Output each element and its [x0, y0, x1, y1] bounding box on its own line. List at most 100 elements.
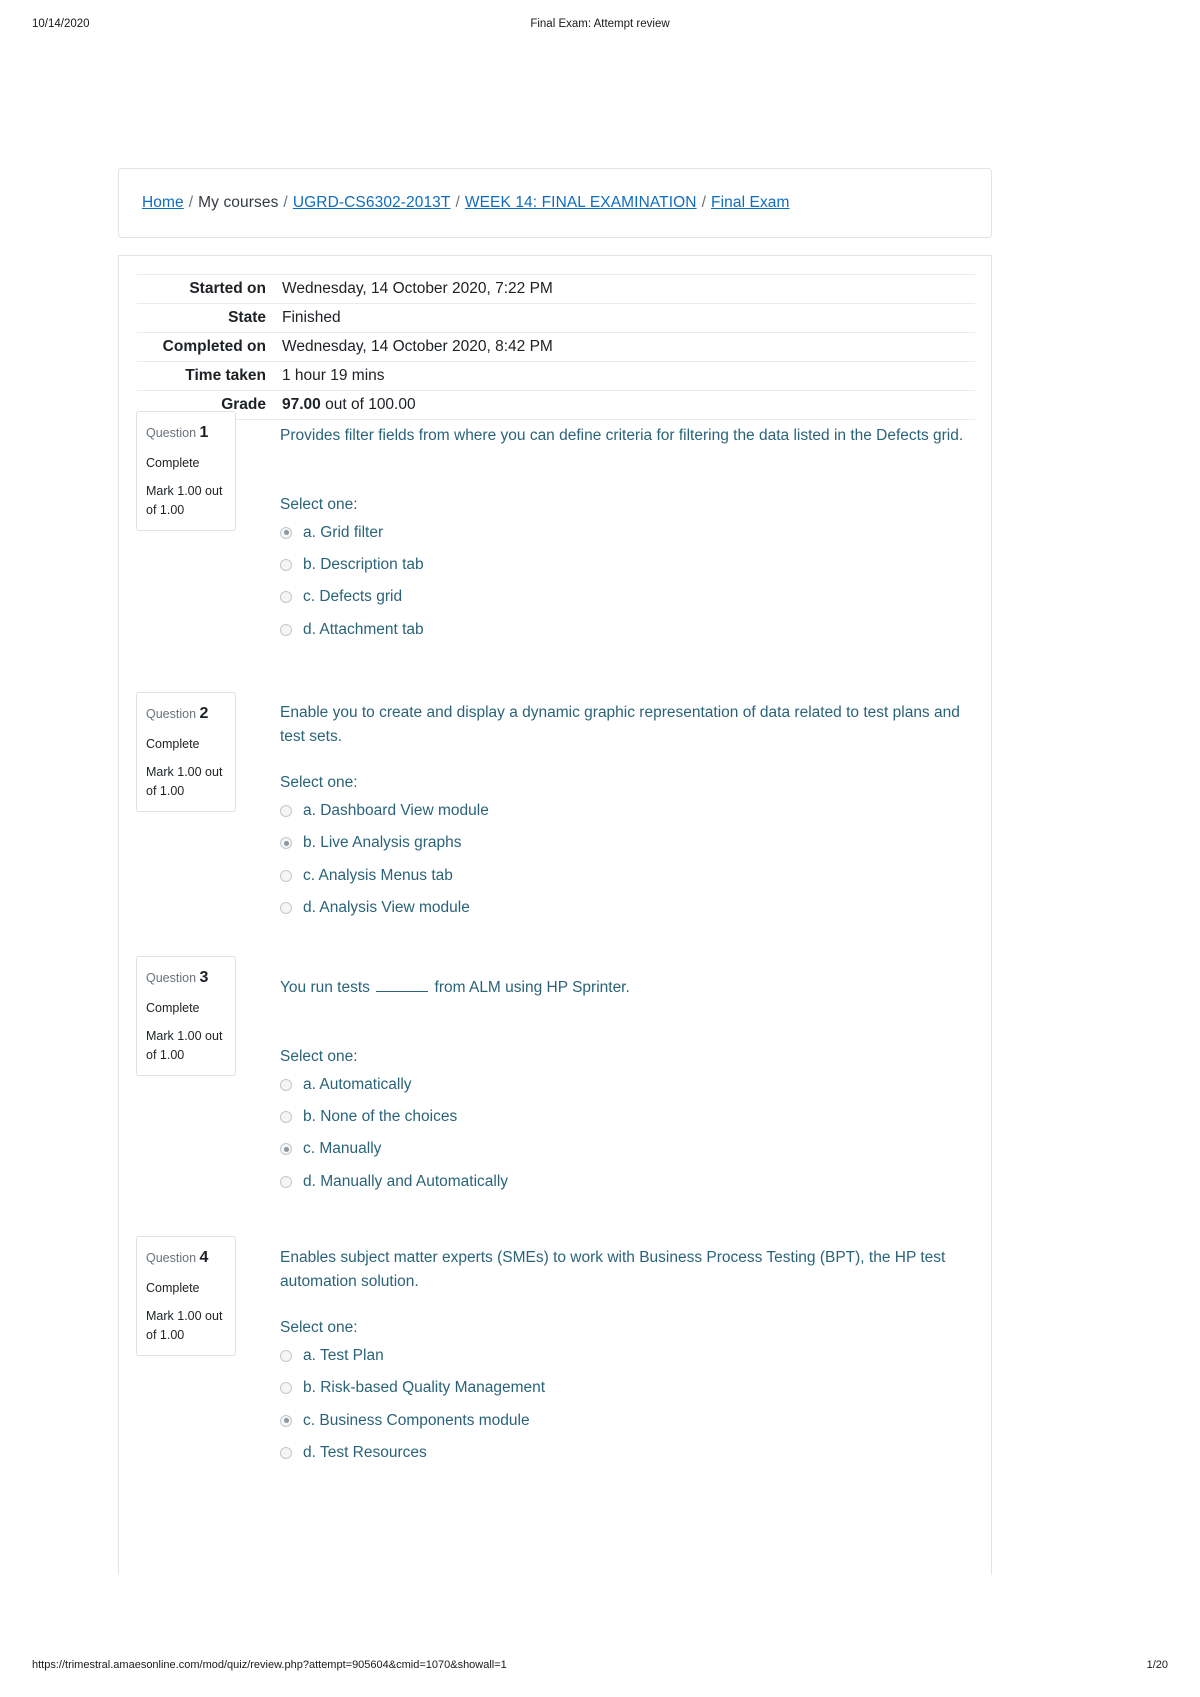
print-footer-url: https://trimestral.amaesonline.com/mod/q…	[32, 1659, 507, 1671]
radio-unselected-icon[interactable]	[280, 623, 292, 636]
answer-option[interactable]: b. Risk-based Quality Management	[280, 1378, 980, 1397]
answer-option-label: b. Live Analysis graphs	[303, 834, 462, 852]
grade-score: 97.00	[282, 396, 321, 413]
answer-option-label: d. Test Resources	[303, 1444, 427, 1462]
question-state: Complete	[146, 1280, 200, 1295]
radio-selected-icon[interactable]	[280, 1143, 292, 1156]
question-number: Question 3	[146, 969, 209, 986]
question-number-value: 2	[199, 705, 209, 722]
answer-option[interactable]: d. Test Resources	[280, 1443, 980, 1462]
question-mark: Mark 1.00 out of 1.00	[146, 1309, 223, 1342]
answer-option[interactable]: d. Attachment tab	[280, 620, 980, 639]
question-info-box: Question 2 Complete Mark 1.00 out of 1.00	[136, 692, 236, 812]
radio-unselected-icon[interactable]	[280, 869, 292, 882]
print-header-title: Final Exam: Attempt review	[530, 18, 670, 30]
print-header: 10/14/2020 Final Exam: Attempt review	[0, 18, 1200, 36]
select-one-label: Select one:	[280, 774, 358, 792]
answer-option-label: d. Manually and Automatically	[303, 1172, 509, 1190]
question-state: Complete	[146, 455, 200, 470]
question-number: Question 2	[146, 705, 209, 722]
answer-option[interactable]: b. None of the choices	[280, 1107, 980, 1126]
radio-unselected-icon[interactable]	[280, 902, 292, 915]
breadcrumb: Home / My courses / UGRD-CS6302-2013T / WEEK 1…	[142, 194, 790, 212]
print-footer: https://trimestral.amaesonline.com/mod/q…	[0, 1659, 1200, 1675]
answer-option[interactable]: a. Automatically	[280, 1075, 980, 1094]
answer-option[interactable]: a. Test Plan	[280, 1346, 980, 1365]
question-body: Enables subject matter experts (SMEs) to…	[280, 1246, 980, 1463]
summary-value-time-taken: 1 hour 19 mins	[282, 367, 385, 384]
select-one-label: Select one:	[280, 1319, 358, 1337]
question-mark: Mark 1.00 out of 1.00	[146, 484, 223, 517]
answer-option-label: b. None of the choices	[303, 1107, 458, 1125]
radio-unselected-icon[interactable]	[280, 591, 292, 604]
answer-option-label: c. Manually	[303, 1140, 382, 1158]
question-mark: Mark 1.00 out of 1.00	[146, 765, 223, 798]
radio-unselected-icon[interactable]	[280, 1447, 292, 1460]
breadcrumb-link-course[interactable]: UGRD-CS6302-2013T	[293, 194, 451, 211]
answer-options-list: a. Automatically b. None of the choices c.…	[280, 1075, 980, 1192]
table-row: Grade 97.00 out of 100.00	[137, 391, 975, 420]
answer-option[interactable]: d. Manually and Automatically	[280, 1172, 980, 1191]
question-number-value: 4	[199, 1249, 209, 1266]
breadcrumb-separator: /	[455, 194, 460, 211]
answer-option-label: b. Description tab	[303, 555, 424, 573]
answer-option[interactable]: c. Manually	[280, 1139, 980, 1158]
grade-suffix: out of 100.00	[325, 396, 416, 413]
question-number-value: 3	[199, 969, 209, 986]
summary-value-grade: 97.00 out of 100.00	[274, 391, 975, 420]
radio-selected-icon[interactable]	[280, 837, 292, 850]
radio-unselected-icon[interactable]	[280, 1350, 292, 1363]
breadcrumb-link-home[interactable]: Home	[142, 194, 184, 211]
breadcrumb-separator: /	[701, 194, 707, 211]
question-text: Provides filter fields from where you ca…	[280, 427, 964, 444]
radio-unselected-icon[interactable]	[280, 1382, 292, 1395]
answer-options-list: a. Test Plan b. Risk-based Quality Manage…	[280, 1346, 980, 1463]
answer-option[interactable]: b. Live Analysis graphs	[280, 833, 980, 852]
radio-selected-icon[interactable]	[280, 526, 292, 539]
select-one-label: Select one:	[280, 495, 358, 513]
select-one-label: Select one:	[280, 1047, 358, 1065]
answer-option[interactable]: d. Analysis View module	[280, 898, 980, 917]
answer-option[interactable]: a. Dashboard View module	[280, 801, 980, 820]
radio-unselected-icon[interactable]	[280, 1110, 292, 1123]
table-row: Completed on Wednesday, 14 October 2020,…	[137, 333, 975, 362]
breadcrumb-card: Home / My courses / UGRD-CS6302-2013T / WEEK 1…	[118, 168, 992, 238]
answer-option-label: a. Test Plan	[303, 1347, 384, 1365]
question-body: Provides filter fields from where you ca…	[280, 424, 980, 639]
question-info-box: Question 4 Complete Mark 1.00 out of 1.00	[136, 1236, 236, 1356]
question-number: Question 1	[146, 424, 209, 441]
answer-option-label: a. Dashboard View module	[303, 802, 489, 820]
answer-option[interactable]: c. Defects grid	[280, 587, 980, 606]
breadcrumb-my-courses: My courses	[198, 194, 279, 211]
answer-option-label: a. Automatically	[303, 1075, 412, 1093]
answer-option[interactable]: c. Analysis Menus tab	[280, 866, 980, 885]
question-state: Complete	[146, 1000, 200, 1015]
question-text: Enables subject matter experts (SMEs) to…	[280, 1249, 946, 1290]
answer-option[interactable]: c. Business Components module	[280, 1411, 980, 1430]
question-body: Enable you to create and display a dynam…	[280, 701, 980, 918]
answer-option-label: d. Analysis View module	[303, 899, 470, 917]
fill-in-blank	[376, 979, 429, 992]
table-row: Time taken 1 hour 19 mins	[137, 362, 975, 391]
breadcrumb-link-section[interactable]: WEEK 14: FINAL EXAMINATION	[465, 194, 697, 211]
radio-selected-icon[interactable]	[280, 1414, 292, 1427]
question-info-box: Question 1 Complete Mark 1.00 out of 1.00	[136, 411, 236, 531]
summary-label-started-on: Started on	[189, 280, 266, 297]
question-body: You run tests from ALM using HP Sprinter…	[280, 976, 980, 1191]
answer-option[interactable]: b. Description tab	[280, 555, 980, 574]
answer-option[interactable]: a. Grid filter	[280, 523, 980, 542]
summary-label-completed-on: Completed on	[162, 338, 266, 355]
radio-unselected-icon[interactable]	[280, 1078, 292, 1091]
breadcrumb-link-activity[interactable]: Final Exam	[711, 194, 790, 211]
radio-unselected-icon[interactable]	[280, 1175, 292, 1188]
attempt-review-content: Started on Wednesday, 14 October 2020, 7…	[118, 255, 992, 1575]
radio-unselected-icon[interactable]	[280, 805, 292, 818]
breadcrumb-separator: /	[283, 194, 288, 211]
answer-option-label: a. Grid filter	[303, 523, 384, 541]
radio-unselected-icon[interactable]	[280, 558, 292, 571]
question-info-box: Question 3 Complete Mark 1.00 out of 1.00	[136, 956, 236, 1076]
quiz-review-page: 10/14/2020 Final Exam: Attempt review Ho…	[0, 0, 1200, 1697]
answer-options-list: a. Dashboard View module b. Live Analysis…	[280, 801, 980, 918]
attempt-summary-table: Started on Wednesday, 14 October 2020, 7…	[137, 274, 975, 420]
question-number: Question 4	[146, 1249, 209, 1266]
